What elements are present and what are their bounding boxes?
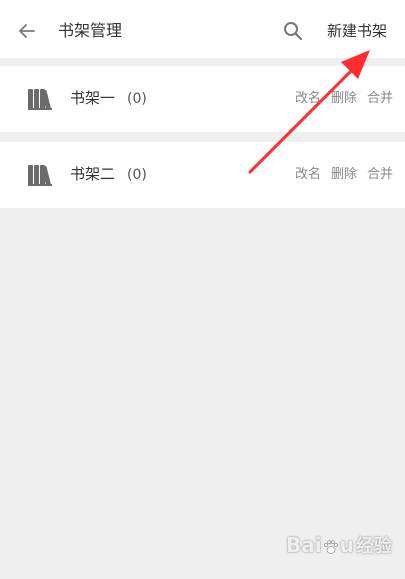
rename-button[interactable]: 改名 — [295, 89, 321, 109]
row-actions: 改名 删除 合并 — [295, 165, 393, 185]
watermark-brand-right: u — [339, 533, 354, 557]
merge-button[interactable]: 合并 — [367, 165, 393, 185]
row-actions: 改名 删除 合并 — [295, 89, 393, 109]
baidu-watermark: Bai u 经验 — [286, 532, 392, 558]
shelf-count: (0) — [127, 167, 147, 183]
watermark-suffix: 经验 — [355, 536, 392, 557]
delete-button[interactable]: 删除 — [331, 165, 357, 185]
delete-button[interactable]: 删除 — [331, 89, 357, 109]
shelf-count: (0) — [127, 91, 147, 107]
merge-button[interactable]: 合并 — [367, 89, 393, 109]
rename-button[interactable]: 改名 — [295, 165, 321, 185]
page-title: 书架管理 — [58, 21, 123, 40]
books-icon — [28, 165, 52, 186]
shelf-row[interactable]: 书架二 (0) 改名 删除 合并 — [0, 142, 405, 208]
back-arrow-icon[interactable] — [16, 20, 38, 42]
shelf-name: 书架一 — [70, 89, 116, 107]
watermark-brand-left: Bai — [286, 533, 322, 557]
shelf-row[interactable]: 书架一 (0) 改名 删除 合并 — [0, 66, 405, 132]
new-shelf-button[interactable]: 新建书架 — [327, 20, 387, 42]
top-bar: 书架管理 新建书架 — [0, 0, 405, 58]
shelf-name: 书架二 — [70, 165, 116, 183]
search-icon[interactable] — [282, 20, 304, 42]
paw-logo-icon — [323, 539, 338, 554]
books-icon — [28, 89, 52, 110]
